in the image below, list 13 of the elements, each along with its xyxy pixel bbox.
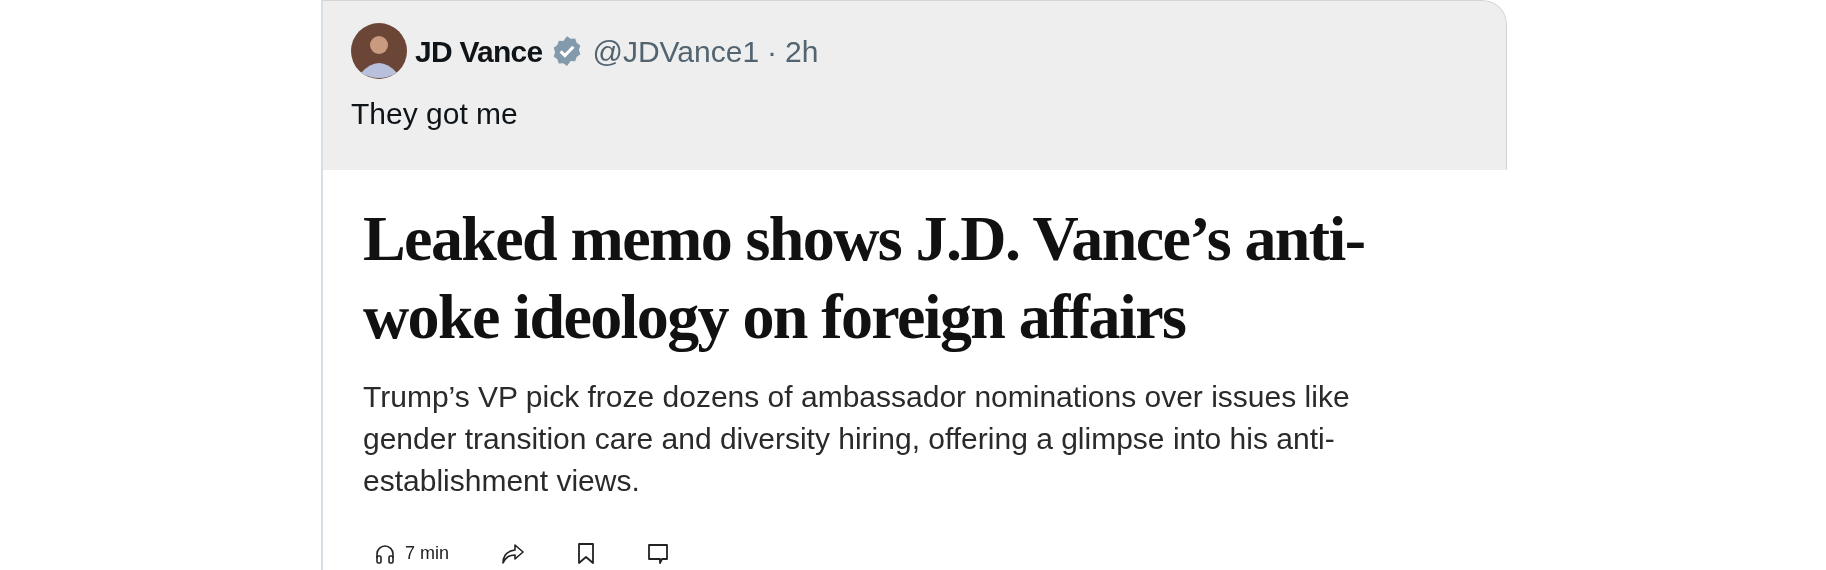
share-icon[interactable] [501,542,525,565]
headphones-icon[interactable] [375,543,395,564]
author-name[interactable]: JD Vance [415,28,543,74]
user-handle[interactable]: @JDVance1 [592,28,760,74]
read-time: 7 min [405,542,449,565]
comment-icon[interactable] [647,542,669,565]
separator-dot: · [767,33,778,70]
post-time[interactable]: 2h [785,28,819,74]
post-text: They got me [351,96,519,132]
avatar[interactable] [351,23,407,79]
article-headline[interactable]: Leaked memo shows J.D. Vance’s anti-woke ideology on foreign affairs [363,200,1443,356]
article-summary: Trump’s VP pick froze dozens of ambassador nominations over issues like gender transition care and diversity hiring, offering a glimpse into his anti-establishment views. [363,379,1351,499]
bookmark-icon[interactable] [577,542,595,565]
